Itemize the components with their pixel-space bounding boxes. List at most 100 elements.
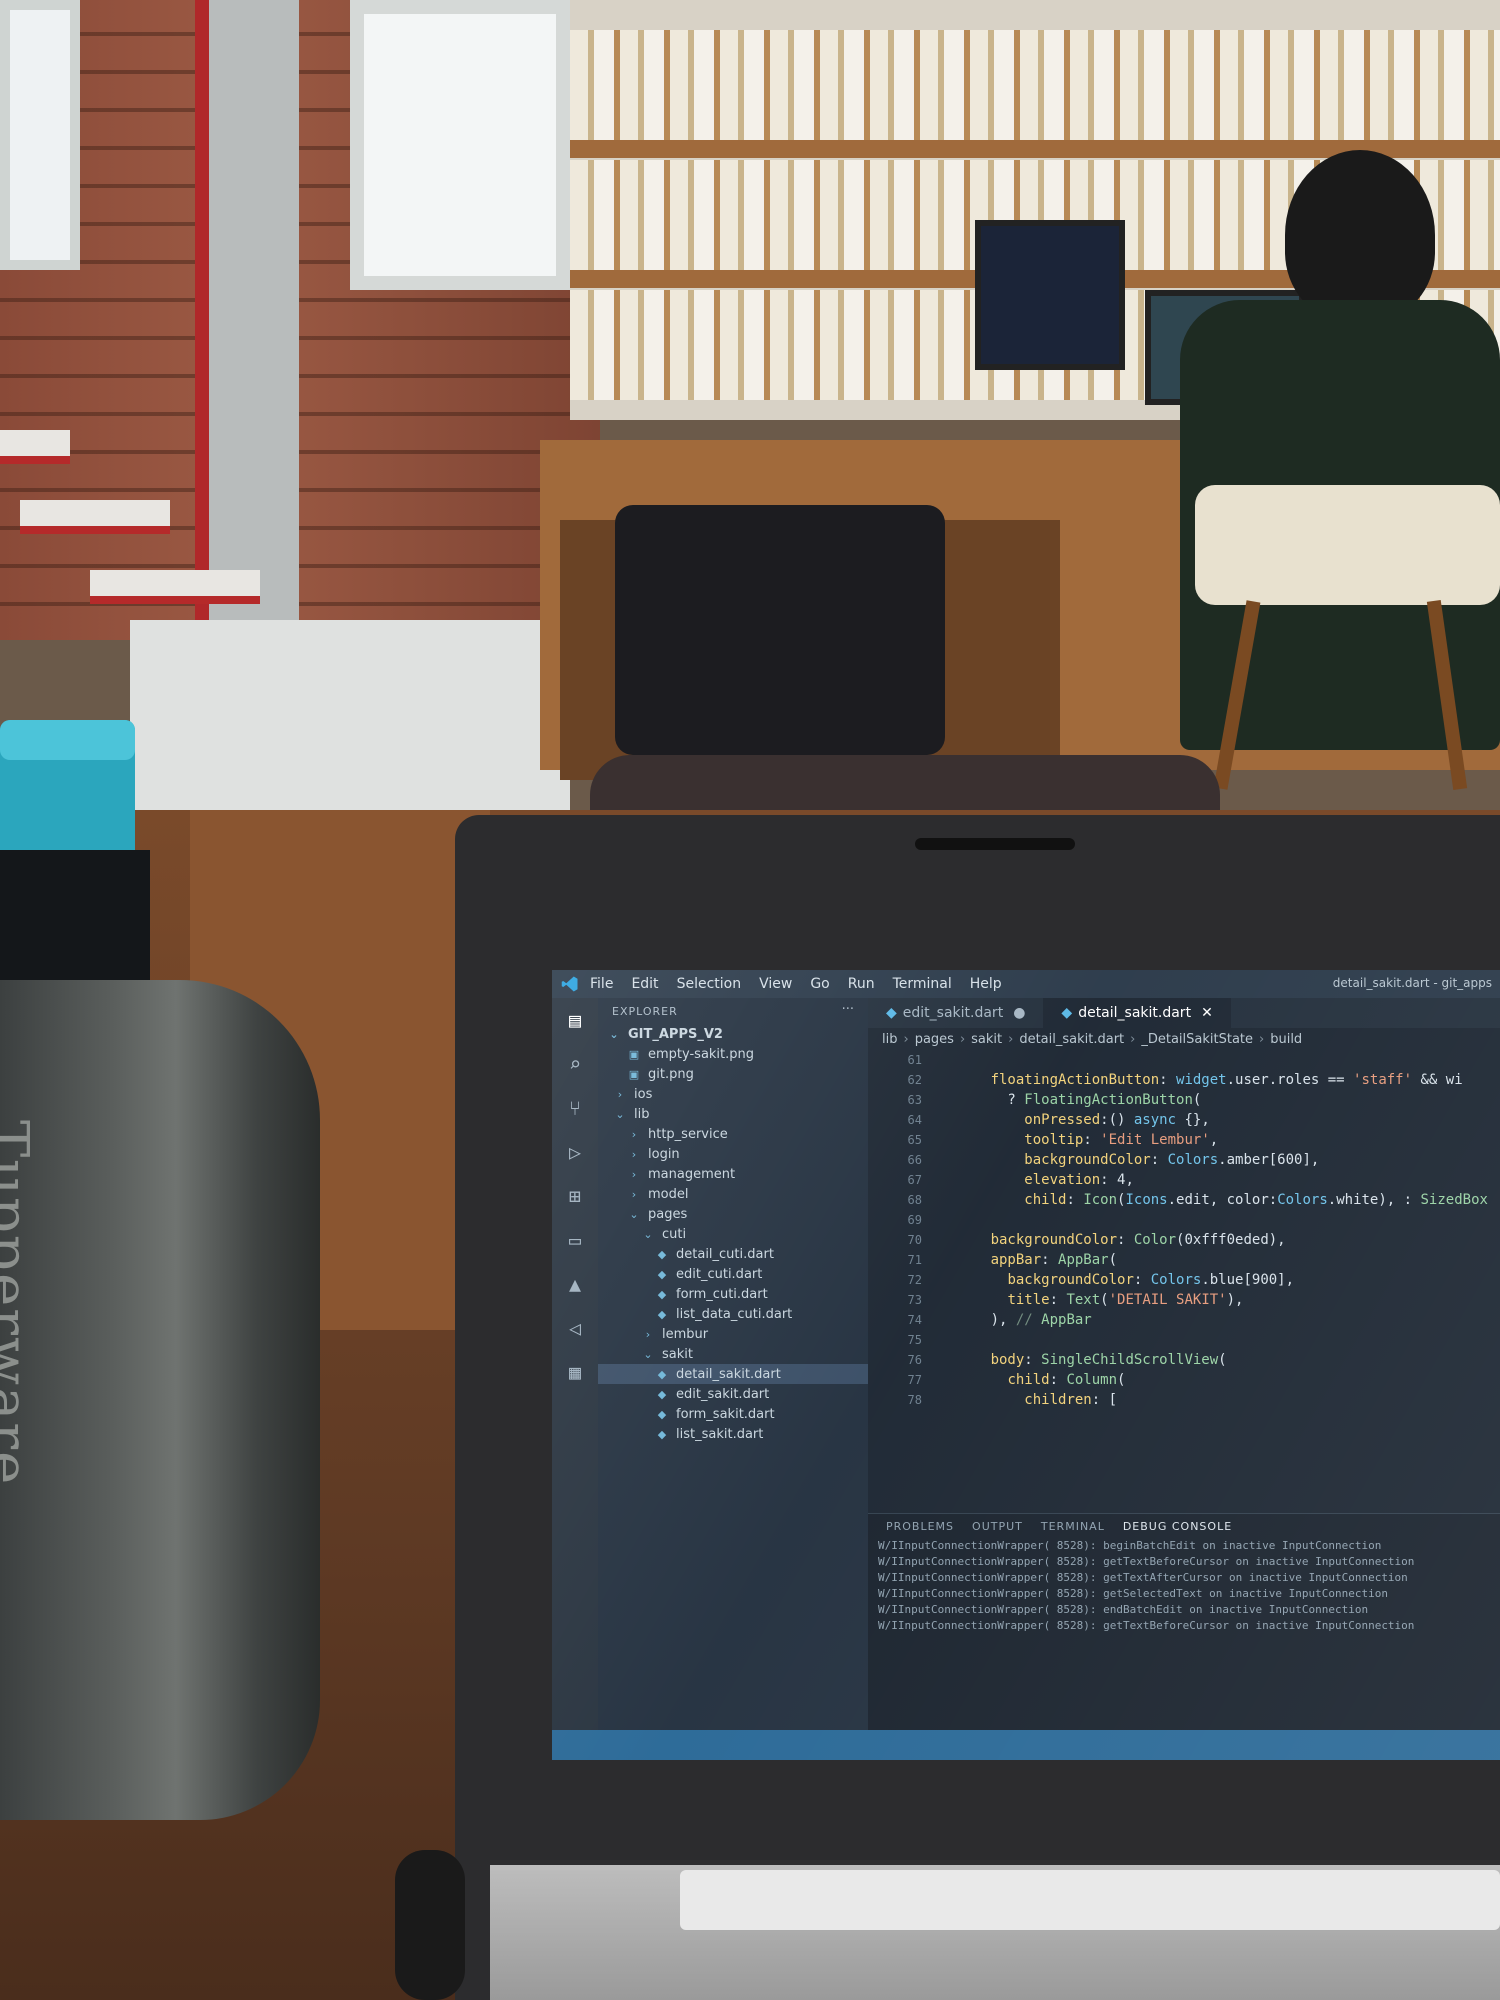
code-lines[interactable]: floatingActionButton: widget.user.roles … [940, 1050, 1500, 1510]
tree-item[interactable]: ⌄ lib [598, 1104, 868, 1124]
debug-icon[interactable]: ▷ [552, 1130, 598, 1174]
menu-item-selection[interactable]: Selection [677, 976, 742, 992]
panel-tab[interactable]: TERMINAL [1041, 1520, 1105, 1533]
breadcrumb-item[interactable]: _DetailSakitState [1141, 1032, 1253, 1047]
code-line[interactable]: elevation: 4, [940, 1170, 1500, 1190]
tree-item-label: sakit [662, 1346, 693, 1362]
tree-item[interactable]: ▣ git.png [598, 1064, 868, 1084]
editor-tabs: ◆ edit_sakit.dart ● ◆ detail_sakit.dart ✕ [868, 998, 1500, 1028]
image-file-icon: ▣ [628, 1047, 640, 1061]
debug-console-output: W/IInputConnectionWrapper( 8528): beginB… [868, 1538, 1500, 1634]
code-line[interactable]: child: Column( [940, 1370, 1500, 1390]
menu-item-file[interactable]: File [590, 976, 613, 992]
code-line[interactable] [940, 1210, 1500, 1230]
tree-item[interactable]: ▣ empty-sakit.png [598, 1044, 868, 1064]
breadcrumb-item[interactable]: detail_sakit.dart [1019, 1032, 1124, 1047]
code-line[interactable]: backgroundColor: Colors.amber[600], [940, 1150, 1500, 1170]
editor-tab[interactable]: ◆ detail_sakit.dart ✕ [1043, 998, 1231, 1028]
code-line[interactable]: floatingActionButton: widget.user.roles … [940, 1070, 1500, 1090]
tree-item[interactable]: › ios [598, 1084, 868, 1104]
line-number: 67 [907, 1173, 922, 1187]
menu-items: File Edit Selection View Go Run Terminal Help [590, 976, 1020, 992]
code-line[interactable]: ? FloatingActionButton( [940, 1090, 1500, 1110]
tree-item[interactable]: ◆ detail_sakit.dart [598, 1364, 868, 1384]
menu-item-run[interactable]: Run [848, 976, 875, 992]
chevron-down-icon: ⌄ [609, 1027, 619, 1041]
code-line[interactable]: body: SingleChildScrollView( [940, 1350, 1500, 1370]
code-line[interactable]: appBar: AppBar( [940, 1250, 1500, 1270]
code-line[interactable]: tooltip: 'Edit Lembur', [940, 1130, 1500, 1150]
menu-item-view[interactable]: View [759, 976, 792, 992]
code-line[interactable]: backgroundColor: Color(0xfff0eded), [940, 1230, 1500, 1250]
code-line[interactable]: backgroundColor: Colors.blue[900], [940, 1270, 1500, 1290]
breadcrumb-item[interactable]: lib [882, 1032, 897, 1047]
stair-step [90, 570, 260, 604]
share-icon[interactable]: ◁ [552, 1306, 598, 1350]
dart-file-icon: ◆ [657, 1247, 667, 1261]
tree-item[interactable]: › lembur [598, 1324, 868, 1344]
more-actions-icon[interactable]: ··· [842, 1002, 854, 1017]
bottle-cap [0, 720, 135, 855]
tree-item[interactable]: ⌄ pages [598, 1204, 868, 1224]
stair-step [20, 500, 170, 534]
activity-bar: ▤ ⌕ ⑂ ▷ ⊞ ▭ ▲ ◁ ▦ [552, 998, 598, 1730]
calendar-icon[interactable]: ▦ [552, 1350, 598, 1394]
dart-file-icon: ◆ [657, 1387, 667, 1401]
vscode-logo-icon [561, 976, 578, 992]
unsaved-dot-icon[interactable]: ● [1013, 1005, 1025, 1021]
tree-item[interactable]: › model [598, 1184, 868, 1204]
chevron-right-icon: › [959, 1031, 966, 1047]
line-number: 72 [907, 1273, 922, 1287]
breadcrumb-item[interactable]: build [1270, 1032, 1302, 1047]
chevron-right-icon: › [631, 1167, 637, 1181]
tree-item[interactable]: › management [598, 1164, 868, 1184]
panel-tab[interactable]: PROBLEMS [886, 1520, 954, 1533]
code-line[interactable]: title: Text('DETAIL SAKIT'), [940, 1290, 1500, 1310]
tree-item[interactable]: ◆ list_sakit.dart [598, 1424, 868, 1444]
status-bar [552, 1730, 1500, 1760]
dart-file-icon: ◆ [657, 1367, 667, 1381]
tree-item[interactable]: ◆ form_sakit.dart [598, 1404, 868, 1424]
tree-item[interactable]: ◆ detail_cuti.dart [598, 1244, 868, 1264]
code-line[interactable]: children: [ [940, 1390, 1500, 1410]
chevron-down-icon: ⌄ [643, 1347, 653, 1361]
menu-item-terminal[interactable]: Terminal [893, 976, 952, 992]
line-number: 71 [907, 1253, 922, 1267]
code-line[interactable] [940, 1050, 1500, 1070]
tree-item[interactable]: ⌄ cuti [598, 1224, 868, 1244]
menu-item-edit[interactable]: Edit [631, 976, 658, 992]
search-icon[interactable]: ⌕ [552, 1042, 598, 1086]
testing-icon[interactable]: ▲ [552, 1262, 598, 1306]
tree-item-label: login [648, 1146, 680, 1162]
line-number: 74 [907, 1313, 922, 1327]
panel-tab[interactable]: OUTPUT [972, 1520, 1023, 1533]
source-control-icon[interactable]: ⑂ [552, 1086, 598, 1130]
extensions-icon[interactable]: ⊞ [552, 1174, 598, 1218]
editor-tab[interactable]: ◆ edit_sakit.dart ● [868, 998, 1043, 1028]
dart-file-icon: ◆ [657, 1287, 667, 1301]
menu-item-help[interactable]: Help [970, 976, 1002, 992]
log-line: W/IInputConnectionWrapper( 8528): getSel… [878, 1587, 1388, 1600]
breadcrumb-item[interactable]: pages [915, 1032, 954, 1047]
tree-item[interactable]: › login [598, 1144, 868, 1164]
code-editor[interactable]: 61 62 63 64 65 66 67 68 69 70 71 72 73 74 75 76 77 78 flo… [868, 1050, 1500, 1510]
chevron-right-icon: › [631, 1187, 637, 1201]
breadcrumb-item[interactable]: sakit [971, 1032, 1002, 1047]
tree-item[interactable]: ◆ form_cuti.dart [598, 1284, 868, 1304]
dart-file-icon: ◆ [657, 1407, 667, 1421]
code-line[interactable]: child: Icon(Icons.edit, color:Colors.whi… [940, 1190, 1500, 1210]
close-icon[interactable]: ✕ [1201, 1005, 1213, 1021]
tree-item[interactable]: ◆ edit_sakit.dart [598, 1384, 868, 1404]
code-line[interactable] [940, 1330, 1500, 1350]
code-line[interactable]: ), // AppBar [940, 1310, 1500, 1330]
explorer-icon[interactable]: ▤ [552, 998, 598, 1042]
tree-item[interactable]: ◆ edit_cuti.dart [598, 1264, 868, 1284]
tree-item[interactable]: › http_service [598, 1124, 868, 1144]
panel-tab[interactable]: DEBUG CONSOLE [1123, 1520, 1232, 1533]
workspace-root[interactable]: ⌄ GIT_APPS_V2 [598, 1024, 868, 1044]
tree-item[interactable]: ◆ list_data_cuti.dart [598, 1304, 868, 1324]
menu-item-go[interactable]: Go [810, 976, 829, 992]
remote-icon[interactable]: ▭ [552, 1218, 598, 1262]
tree-item[interactable]: ⌄ sakit [598, 1344, 868, 1364]
code-line[interactable]: onPressed:() async {}, [940, 1110, 1500, 1130]
